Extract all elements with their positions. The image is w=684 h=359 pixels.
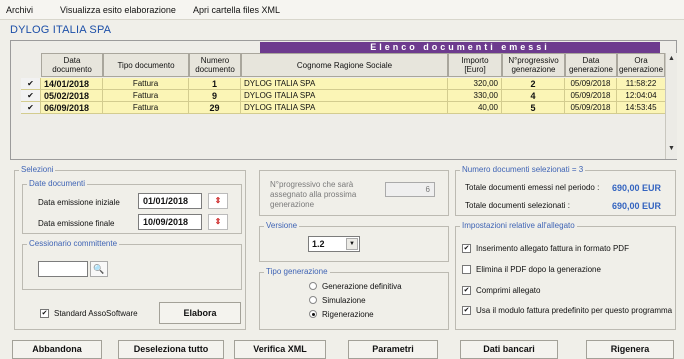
cell-progressive: 2	[502, 78, 565, 90]
cell-date: 06/09/2018	[41, 102, 103, 114]
menu-apri-cartella[interactable]: Apri cartella files XML	[193, 5, 280, 15]
table-scrollbar[interactable]: ▲ ▼	[665, 53, 677, 159]
radio-label: Rigenerazione	[322, 310, 374, 319]
radio-simulazione[interactable]	[309, 296, 317, 304]
radio-rigenerazione[interactable]	[309, 310, 317, 318]
checkbox-label: Comprimi allegato	[476, 286, 541, 295]
cell-amount: 40,00	[448, 102, 502, 114]
cell-name: DYLOG ITALIA SPA	[241, 78, 448, 90]
documents-table: Elenco documenti emessi Data documento T…	[10, 40, 677, 160]
cell-type: Fattura	[103, 90, 189, 102]
totale-periodo-label: Totale documenti emessi nel periodo :	[465, 183, 600, 192]
cell-date: 05/02/2018	[41, 90, 103, 102]
header-progressivo[interactable]: N°progressivo generazione	[502, 53, 565, 77]
table-row[interactable]: ✔ 14/01/2018 Fattura 1 DYLOG ITALIA SPA …	[21, 78, 666, 90]
menu-visualizza-esito[interactable]: Visualizza esito elaborazione	[60, 5, 176, 15]
end-calendar-icon[interactable]: ⇕	[208, 214, 228, 230]
radio-generazione-definitiva[interactable]	[309, 282, 317, 290]
versione-value: 1.2	[312, 239, 325, 249]
scroll-down-icon[interactable]: ▼	[668, 145, 675, 152]
tipo-generazione-title: Tipo generazione	[264, 267, 330, 276]
header-data-generazione[interactable]: Data generazione	[565, 53, 617, 77]
allegato-title: Impostazioni relative all'allegato	[460, 221, 577, 230]
totale-selezionati-value: 690,00 EUR	[612, 201, 662, 211]
checkbox-label: Elimina il PDF dopo la generazione	[476, 265, 601, 274]
checkbox-inserimento-pdf[interactable]: ✔	[462, 244, 471, 253]
checkbox-comprimi[interactable]: ✔	[462, 286, 471, 295]
totale-periodo-value: 690,00 EUR	[612, 183, 662, 193]
cell-number: 1	[189, 78, 241, 90]
start-calendar-icon[interactable]: ⇕	[208, 193, 228, 209]
rigenera-button[interactable]: Rigenera	[586, 340, 674, 359]
cell-gen-date: 05/09/2018	[565, 90, 617, 102]
start-date-input[interactable]: 01/01/2018	[138, 193, 202, 209]
cell-number: 9	[189, 90, 241, 102]
cell-date: 14/01/2018	[41, 78, 103, 90]
menu-bar: Archivi Visualizza esito elaborazione Ap…	[0, 0, 684, 20]
checkbox-modulo-predefinito[interactable]: ✔	[462, 306, 471, 315]
cell-amount: 320,00	[448, 78, 502, 90]
header-data-documento[interactable]: Data documento	[41, 53, 103, 77]
cell-progressive: 5	[502, 102, 565, 114]
cell-amount: 330,00	[448, 90, 502, 102]
header-tipo-documento[interactable]: Tipo documento	[103, 53, 189, 77]
cessionario-input[interactable]	[38, 261, 88, 277]
selezioni-title: Selezioni	[19, 165, 56, 174]
progressivo-label: N°progressivo che sarà assegnato alla pr…	[270, 180, 357, 209]
table-row[interactable]: ✔ 06/09/2018 Fattura 29 DYLOG ITALIA SPA…	[21, 102, 666, 114]
cell-gen-time: 11:58:22	[617, 78, 666, 90]
cessionario-title: Cessionario committente	[27, 239, 120, 248]
menu-archivi[interactable]: Archivi	[6, 5, 33, 15]
header-ora-generazione[interactable]: Ora generazione	[617, 53, 665, 77]
cell-gen-time: 12:04:04	[617, 90, 666, 102]
chevron-down-icon[interactable]: ▼	[346, 238, 358, 250]
end-date-input[interactable]: 10/09/2018	[138, 214, 202, 230]
radio-label: Simulazione	[322, 296, 366, 305]
table-title: Elenco documenti emessi	[260, 42, 660, 53]
table-row[interactable]: ✔ 05/02/2018 Fattura 9 DYLOG ITALIA SPA …	[21, 90, 666, 102]
deseleziona-tutto-button[interactable]: Deseleziona tutto	[118, 340, 224, 359]
totale-selezionati-label: Totale documenti selezionati :	[465, 201, 570, 210]
versione-select[interactable]: 1.2 ▼	[308, 236, 360, 252]
cell-gen-time: 14:53:45	[617, 102, 666, 114]
progressivo-value: 6	[385, 182, 435, 197]
dati-bancari-button[interactable]: Dati bancari	[460, 340, 558, 359]
company-title: DYLOG ITALIA SPA	[10, 24, 112, 36]
abbandona-button[interactable]: Abbandona	[12, 340, 102, 359]
row-checkbox[interactable]: ✔	[21, 78, 41, 90]
radio-label: Generazione definitiva	[322, 282, 402, 291]
row-checkbox[interactable]: ✔	[21, 102, 41, 114]
checkbox-elimina-pdf[interactable]	[462, 265, 471, 274]
standard-assosoftware-checkbox[interactable]: ✔	[40, 309, 49, 318]
checkbox-label: Usa il modulo fattura predefinito per qu…	[476, 306, 673, 315]
header-numero-documento[interactable]: Numero documento	[189, 53, 241, 77]
search-icon[interactable]: 🔍	[90, 261, 108, 277]
versione-title: Versione	[264, 221, 300, 230]
cell-number: 29	[189, 102, 241, 114]
row-checkbox[interactable]: ✔	[21, 90, 41, 102]
elabora-button[interactable]: Elabora	[159, 302, 241, 324]
standard-assosoftware-label: Standard AssoSoftware	[54, 309, 138, 318]
start-date-label: Data emissione iniziale	[38, 198, 120, 207]
checkbox-label: Inserimento allegato fattura in formato …	[476, 244, 629, 253]
cell-progressive: 4	[502, 90, 565, 102]
header-ragione-sociale[interactable]: Cognome Ragione Sociale	[241, 53, 448, 77]
header-importo[interactable]: Importo [Euro]	[448, 53, 502, 77]
numero-documenti-title: Numero documenti selezionati = 3	[460, 165, 586, 174]
parametri-button[interactable]: Parametri	[348, 340, 438, 359]
end-date-label: Data emissione finale	[38, 219, 115, 228]
cell-type: Fattura	[103, 102, 189, 114]
scroll-up-icon[interactable]: ▲	[668, 55, 675, 62]
verifica-xml-button[interactable]: Verifica XML	[234, 340, 326, 359]
cell-gen-date: 05/09/2018	[565, 78, 617, 90]
cell-name: DYLOG ITALIA SPA	[241, 102, 448, 114]
cell-gen-date: 05/09/2018	[565, 102, 617, 114]
cell-name: DYLOG ITALIA SPA	[241, 90, 448, 102]
cell-type: Fattura	[103, 78, 189, 90]
date-documenti-title: Date documenti	[27, 179, 88, 188]
